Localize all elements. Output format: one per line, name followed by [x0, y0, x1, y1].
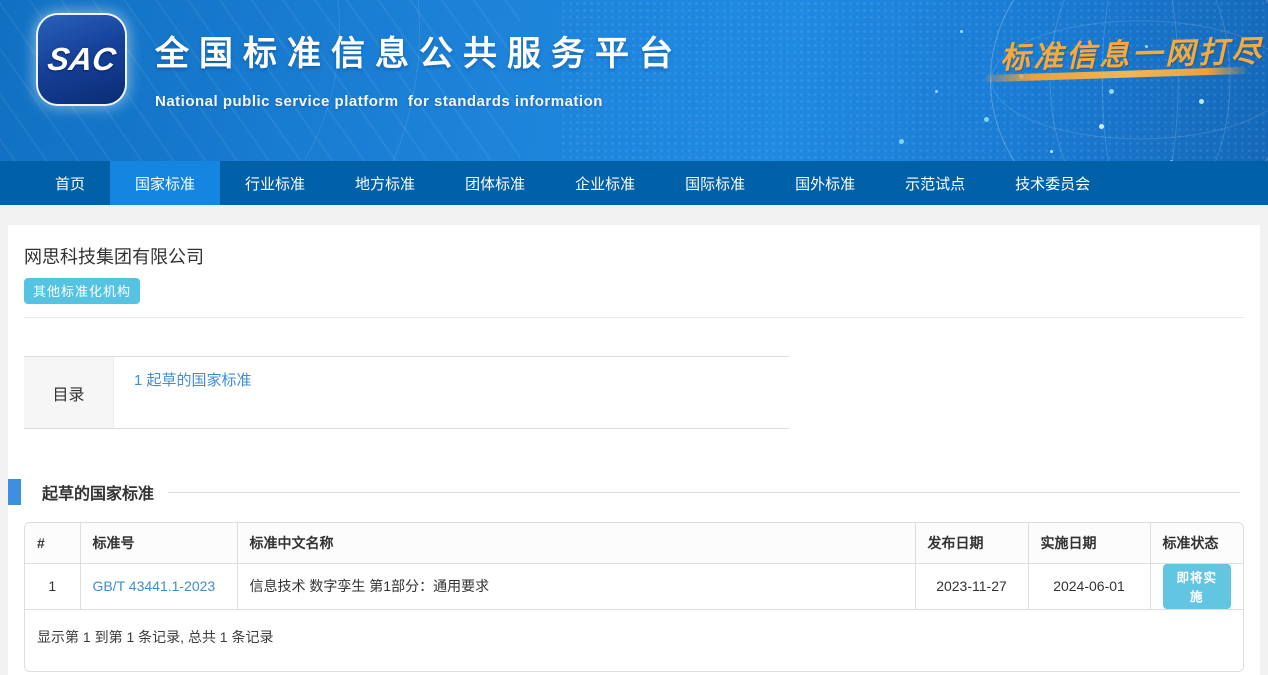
accent-bar [8, 479, 21, 505]
org-type-badge: 其他标准化机构 [24, 278, 140, 304]
company-name: 网思科技集团有限公司 [24, 225, 1244, 269]
col-header-status: 标准状态 [1150, 523, 1243, 563]
standards-table-container: # 标准号 标准中文名称 发布日期 实施日期 标准状态 1 GB/T 43441… [24, 522, 1244, 672]
nav-item-technical-committee[interactable]: 技术委员会 [990, 161, 1115, 205]
network-dots-decoration [960, 30, 963, 33]
col-header-index: # [25, 523, 80, 563]
nav-item-enterprise-standards[interactable]: 企业标准 [550, 161, 660, 205]
nav-item-national-standards[interactable]: 国家标准 [110, 161, 220, 205]
nav-item-group-standards[interactable]: 团体标准 [440, 161, 550, 205]
row-status: 即将实施 [1150, 563, 1243, 609]
site-title: 全国标准信息公共服务平台 [155, 26, 683, 75]
page-gap [0, 205, 1268, 225]
row-publish-date: 2023-11-27 [915, 563, 1028, 609]
row-implement-date: 2024-06-01 [1028, 563, 1150, 609]
status-badge: 即将实施 [1163, 564, 1232, 609]
nav-item-local-standards[interactable]: 地方标准 [330, 161, 440, 205]
nav-item-industry-standards[interactable]: 行业标准 [220, 161, 330, 205]
table-row: 1 GB/T 43441.1-2023 信息技术 数字孪生 第1部分：通用要求 … [25, 563, 1243, 609]
row-index: 1 [25, 563, 80, 609]
main-nav: 首页 国家标准 行业标准 地方标准 团体标准 企业标准 国际标准 国外标准 示范… [0, 161, 1268, 205]
site-subtitle: National public service platform for sta… [155, 93, 683, 110]
col-header-publish-date: 发布日期 [915, 523, 1028, 563]
site-header: SAC 全国标准信息公共服务平台 National public service… [0, 0, 1268, 161]
row-standard-no: GB/T 43441.1-2023 [80, 563, 237, 609]
nav-item-pilot-demonstration[interactable]: 示范试点 [880, 161, 990, 205]
toc-content: 1 起草的国家标准 [114, 357, 789, 428]
table-record-summary: 显示第 1 到第 1 条记录, 总共 1 条记录 [25, 610, 1243, 671]
nav-item-international-standards[interactable]: 国际标准 [660, 161, 770, 205]
col-header-implement-date: 实施日期 [1028, 523, 1150, 563]
site-title-block: 全国标准信息公共服务平台 National public service pla… [155, 26, 683, 110]
standard-no-link[interactable]: GB/T 43441.1-2023 [93, 578, 216, 594]
sac-logo[interactable]: SAC [38, 15, 125, 104]
section-header: 起草的国家标准 [24, 479, 1244, 505]
content-panel: 网思科技集团有限公司 其他标准化机构 目录 1 起草的国家标准 起草的国家标准 … [8, 225, 1260, 675]
row-standard-name: 信息技术 数字孪生 第1部分：通用要求 [237, 563, 915, 609]
toc-label: 目录 [24, 357, 114, 428]
sac-logo-text: SAC [45, 41, 118, 78]
col-header-standard-no: 标准号 [80, 523, 237, 563]
section-title: 起草的国家标准 [42, 480, 154, 504]
toc-box: 目录 1 起草的国家标准 [24, 356, 789, 429]
section-rule [168, 492, 1240, 493]
nav-item-home[interactable]: 首页 [30, 161, 110, 205]
nav-item-foreign-standards[interactable]: 国外标准 [770, 161, 880, 205]
toc-link-drafted-national-standards[interactable]: 1 起草的国家标准 [134, 372, 252, 389]
table-header-row: # 标准号 标准中文名称 发布日期 实施日期 标准状态 [25, 523, 1243, 563]
divider [24, 317, 1244, 318]
standards-table: # 标准号 标准中文名称 发布日期 实施日期 标准状态 1 GB/T 43441… [25, 523, 1243, 610]
col-header-standard-name: 标准中文名称 [237, 523, 915, 563]
